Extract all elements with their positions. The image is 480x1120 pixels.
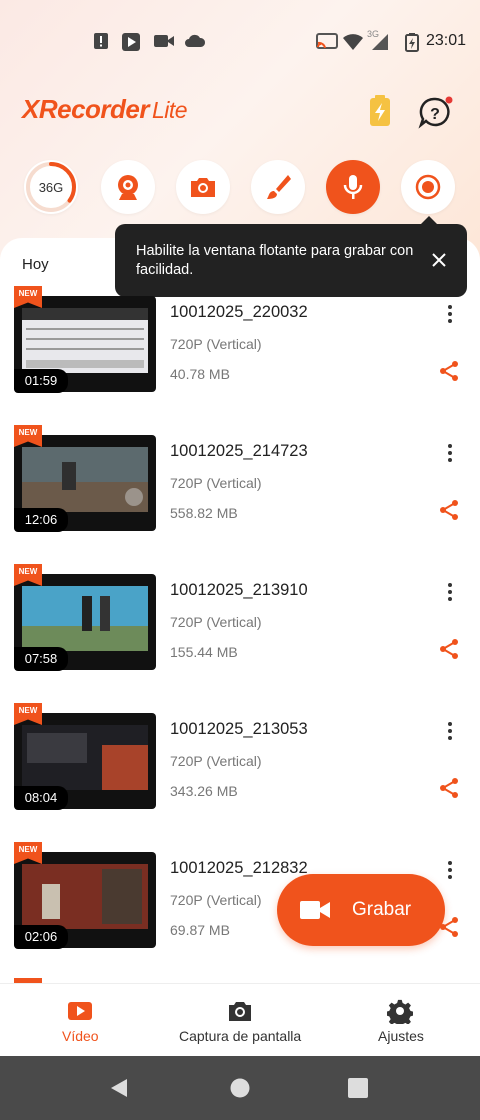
video-duration: 02:06 [14,925,68,949]
thumbnail-image [22,864,148,929]
status-bar: 3G 23:01 [0,26,480,58]
video-size: 155.44 MB [170,644,238,660]
share-icon[interactable] [438,777,460,799]
video-size: 558.82 MB [170,505,238,521]
help-button[interactable]: ? [416,94,454,132]
video-title: 10012025_213053 [170,720,308,738]
screenshot-button[interactable] [176,160,230,214]
webcam-icon [118,175,138,200]
more-options-icon[interactable] [440,443,460,463]
video-icon [154,35,174,47]
thumbnail-image [22,586,148,651]
video-camera-icon [300,901,330,919]
video-duration: 12:06 [14,508,68,532]
nav-label-screenshot: Captura de pantalla [179,1028,302,1044]
record-fab-label: Grabar [352,899,412,920]
floating-record-button[interactable] [401,160,455,214]
video-tab-icon [68,1002,92,1020]
tooltip-close-icon[interactable] [430,251,448,269]
nav-tab-screenshot[interactable]: Captura de pantalla [170,984,310,1057]
thumbnail-image [22,308,148,373]
video-title: 10012025_220032 [170,303,308,321]
video-title: 10012025_213910 [170,581,308,599]
floating-window-tooltip: Habilite la ventana flotante para grabar… [115,224,467,297]
wifi-icon [343,34,363,50]
video-duration: 01:59 [14,369,68,393]
storage-indicator[interactable]: 36G [24,160,78,214]
battery-saver-button[interactable] [362,94,398,130]
battery-icon [405,33,419,52]
microphone-icon [343,175,363,199]
app-suffix: Lite [152,97,188,123]
app-name: XRecorder [22,94,150,124]
video-resolution: 720P (Vertical) [170,475,262,491]
webcam-button[interactable] [101,160,155,214]
video-title: 10012025_212832 [170,859,308,877]
camera-icon [191,178,215,197]
nav-label-settings: Ajustes [378,1028,424,1044]
brush-button[interactable] [251,160,305,214]
audio-record-button[interactable] [326,160,380,214]
back-icon[interactable] [108,1077,130,1099]
share-icon[interactable] [438,499,460,521]
more-options-icon[interactable] [440,304,460,324]
thumbnail-image [22,725,148,790]
cloud-icon [185,34,206,47]
gear-icon [387,999,413,1024]
video-list-item[interactable]: NEW 08:04 10012025_213053 720P (Vertical) 34… [0,703,480,831]
alert-icon [94,33,108,49]
video-list-item[interactable]: NEW 07:58 10012025_213910 720P (Vertical) 15… [0,564,480,692]
more-options-icon[interactable] [440,582,460,602]
record-icon [415,174,441,200]
video-duration: 08:04 [14,786,68,810]
nav-tab-settings[interactable]: Ajustes [350,984,450,1057]
nav-label-video: Vídeo [62,1028,99,1044]
recents-icon[interactable] [347,1077,369,1099]
share-icon[interactable] [438,638,460,660]
bottom-nav: Vídeo Captura de pantalla Ajustes [0,983,480,1056]
brush-icon [267,175,291,199]
tooltip-text: Habilite la ventana flotante para grabar… [136,243,414,278]
video-resolution: 720P (Vertical) [170,614,262,630]
video-duration: 07:58 [14,647,68,671]
video-size: 343.26 MB [170,783,238,799]
more-options-icon[interactable] [440,860,460,880]
video-list-item[interactable]: NEW 01:59 10012025_220032 720P (Vertical) 40… [0,286,480,414]
storage-label: 36G [38,179,64,195]
nav-tab-video[interactable]: Vídeo [30,984,130,1057]
cellular-icon [372,34,388,50]
cast-icon [316,33,338,49]
system-nav-bar [0,1056,480,1120]
day-label: Hoy [22,256,49,273]
thumbnail-image [22,447,148,512]
play-store-icon [122,33,140,51]
video-size: 69.87 MB [170,922,230,938]
more-options-icon[interactable] [440,721,460,741]
video-size: 40.78 MB [170,366,230,382]
video-resolution: 720P (Vertical) [170,892,262,908]
camera-tab-icon [229,1002,251,1021]
video-resolution: 720P (Vertical) [170,336,262,352]
video-list-item[interactable]: NEW 12:06 10012025_214723 720P (Vertical) 55… [0,425,480,553]
video-resolution: 720P (Vertical) [170,753,262,769]
record-fab[interactable]: Grabar [277,874,445,946]
app-logo: XRecorder Lite [22,94,188,125]
home-icon[interactable] [229,1077,251,1099]
share-icon[interactable] [438,360,460,382]
clock: 23:01 [425,32,466,49]
svg-text:?: ? [430,106,440,123]
video-title: 10012025_214723 [170,442,308,460]
